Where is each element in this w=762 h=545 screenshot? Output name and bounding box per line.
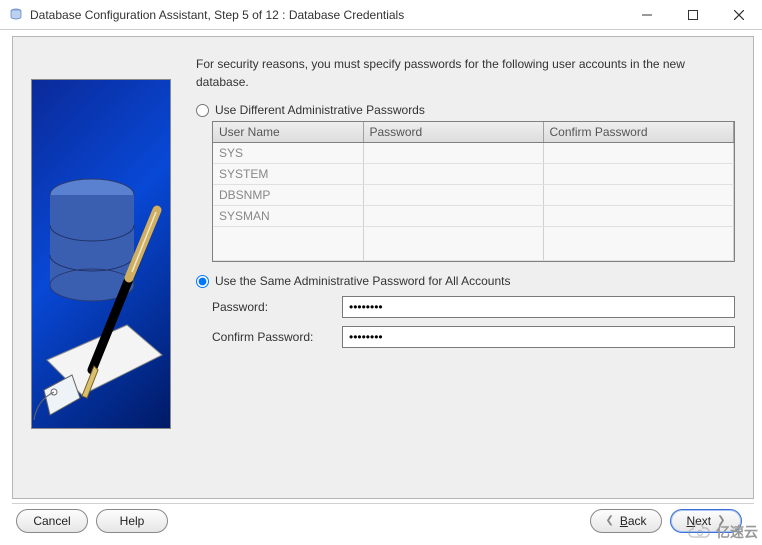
table-row: DBSNMP xyxy=(213,185,734,206)
radio-different-passwords[interactable]: Use Different Administrative Passwords xyxy=(196,103,735,117)
cell-password[interactable] xyxy=(363,185,543,206)
cell-password[interactable] xyxy=(363,164,543,185)
cell-confirm[interactable] xyxy=(543,143,734,164)
confirm-password-input[interactable] xyxy=(342,326,735,348)
wizard-hero-image xyxy=(31,79,171,429)
sidebar xyxy=(13,37,188,498)
accounts-table: User Name Password Confirm Password SYS … xyxy=(212,121,735,262)
footer-bar: Cancel Help ❮ Back Next ❯ xyxy=(12,503,754,537)
minimize-button[interactable] xyxy=(624,0,670,29)
table-row xyxy=(213,227,734,261)
radio-same-label: Use the Same Administrative Password for… xyxy=(215,274,510,288)
content-panel: For security reasons, you must specify p… xyxy=(12,36,754,499)
cell-user: SYSMAN xyxy=(213,206,363,227)
password-input[interactable] xyxy=(342,296,735,318)
cell-confirm[interactable] xyxy=(543,164,734,185)
radio-same-password[interactable]: Use the Same Administrative Password for… xyxy=(196,274,735,288)
radio-different-input[interactable] xyxy=(196,104,209,117)
watermark: 亿速云 xyxy=(686,522,758,542)
col-header-confirm: Confirm Password xyxy=(543,122,734,143)
confirm-password-row: Confirm Password: xyxy=(212,326,735,348)
radio-same-input[interactable] xyxy=(196,275,209,288)
table-row: SYS xyxy=(213,143,734,164)
titlebar: Database Configuration Assistant, Step 5… xyxy=(0,0,762,30)
close-button[interactable] xyxy=(716,0,762,29)
cell-user: DBSNMP xyxy=(213,185,363,206)
confirm-password-label: Confirm Password: xyxy=(212,330,342,344)
password-label: Password: xyxy=(212,300,342,314)
main-panel: For security reasons, you must specify p… xyxy=(188,37,753,498)
cell-confirm[interactable] xyxy=(543,185,734,206)
cell-user: SYS xyxy=(213,143,363,164)
col-header-password: Password xyxy=(363,122,543,143)
cell-user: SYSTEM xyxy=(213,164,363,185)
cell-confirm[interactable] xyxy=(543,206,734,227)
radio-different-label: Use Different Administrative Passwords xyxy=(215,103,425,117)
cloud-icon xyxy=(686,523,712,541)
chevron-left-icon: ❮ xyxy=(605,515,613,526)
back-button[interactable]: ❮ Back xyxy=(590,509,662,533)
window-title: Database Configuration Assistant, Step 5… xyxy=(30,8,624,22)
app-icon xyxy=(8,7,24,23)
help-button[interactable]: Help xyxy=(96,509,168,533)
table-row: SYSMAN xyxy=(213,206,734,227)
maximize-button[interactable] xyxy=(670,0,716,29)
table-row: SYSTEM xyxy=(213,164,734,185)
instruction-text: For security reasons, you must specify p… xyxy=(196,55,735,91)
cell-password[interactable] xyxy=(363,206,543,227)
back-label: Back xyxy=(620,514,647,528)
cell-password[interactable] xyxy=(363,143,543,164)
password-row: Password: xyxy=(212,296,735,318)
col-header-user: User Name xyxy=(213,122,363,143)
cancel-button[interactable]: Cancel xyxy=(16,509,88,533)
